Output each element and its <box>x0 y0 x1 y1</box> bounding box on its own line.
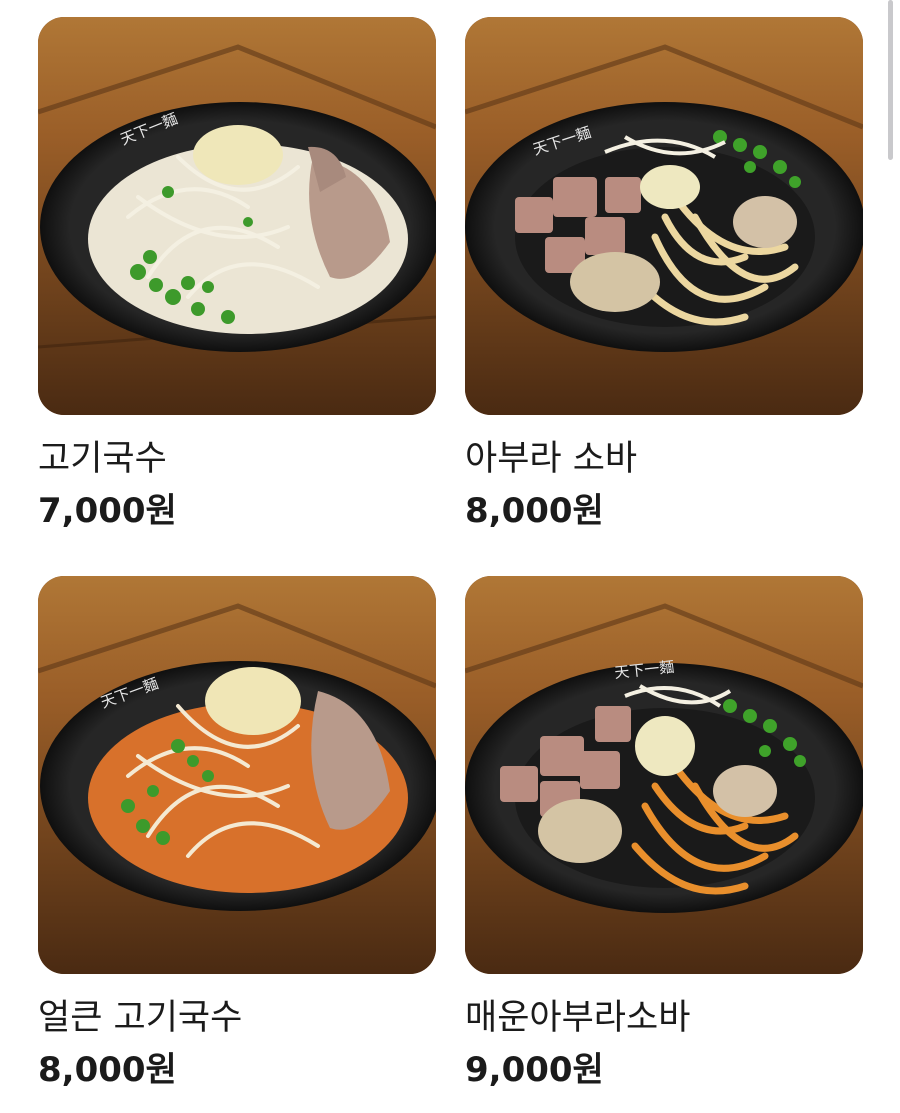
menu-item-card[interactable]: 天下一麵 고기국수 7,000원 <box>38 17 436 532</box>
scrollbar[interactable] <box>888 0 893 160</box>
menu-page: 天下一麵 고기국수 7,000원 天下一麵 아부라 소바 8,000원 天下一麵… <box>0 0 900 1113</box>
menu-item-name: 매운아부라소바 <box>465 998 691 1038</box>
menu-item-name: 아부라 소바 <box>465 439 638 479</box>
menu-item-name: 얼큰 고기국수 <box>38 998 243 1038</box>
menu-item-card[interactable]: 天下一麵 아부라 소바 8,000원 <box>465 17 863 532</box>
menu-item-price: 9,000원 <box>465 1050 604 1090</box>
menu-item-card[interactable]: 天下一麵 매운아부라소바 9,000원 <box>465 576 863 1091</box>
menu-item-price: 8,000원 <box>465 491 604 531</box>
menu-item-price: 7,000원 <box>38 491 177 531</box>
menu-item-price: 8,000원 <box>38 1050 177 1090</box>
menu-item-card[interactable]: 天下一麵 얼큰 고기국수 8,000원 <box>38 576 436 1091</box>
menu-item-name: 고기국수 <box>38 439 167 479</box>
menu-item-image[interactable]: 天下一麵 <box>38 576 436 974</box>
menu-item-image[interactable]: 天下一麵 <box>465 17 863 415</box>
menu-item-image[interactable]: 天下一麵 <box>465 576 863 974</box>
menu-item-image[interactable]: 天下一麵 <box>38 17 436 415</box>
